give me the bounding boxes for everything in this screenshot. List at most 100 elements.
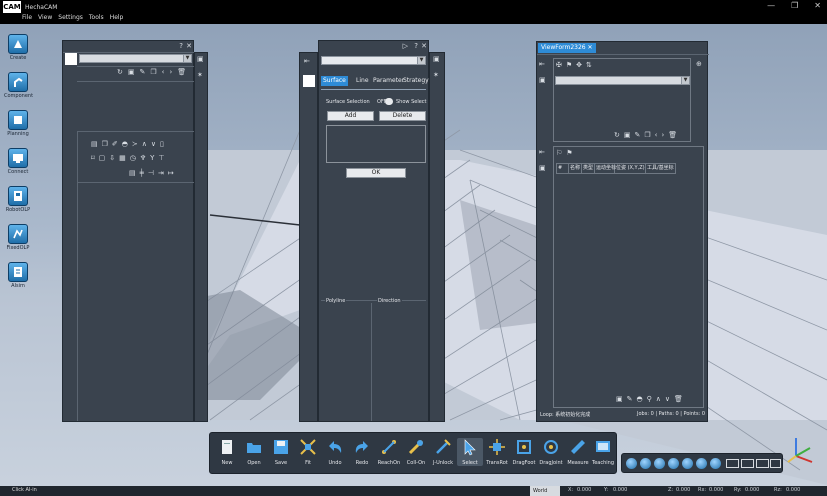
- job-down-icon[interactable]: ∨: [665, 395, 670, 403]
- tool-page-icon[interactable]: ▤: [91, 140, 98, 148]
- view-right-icon[interactable]: [668, 458, 679, 469]
- col-name[interactable]: 名称: [569, 163, 582, 174]
- vf-trash-icon[interactable]: 🗑: [668, 131, 677, 139]
- vf-copy-icon[interactable]: ❐: [644, 131, 650, 139]
- add-button[interactable]: Add: [327, 111, 374, 121]
- tool-drop-icon[interactable]: ⇩: [109, 154, 115, 162]
- vf-prev-icon[interactable]: ‹: [655, 131, 658, 139]
- transrot-button[interactable]: TransRot: [484, 438, 510, 466]
- tool-shield-icon[interactable]: ◓: [122, 140, 128, 148]
- minimize-button[interactable]: —: [767, 1, 775, 10]
- tool-doc-icon[interactable]: ▢: [99, 154, 106, 162]
- job-link-icon[interactable]: ⚲: [647, 395, 652, 403]
- vf-side-icon-4[interactable]: ▣: [539, 164, 546, 172]
- help-icon[interactable]: ?: [414, 42, 418, 50]
- j-unlock-button[interactable]: J-Unlock: [430, 438, 456, 466]
- close-icon[interactable]: ✕: [186, 42, 192, 50]
- select-button[interactable]: Select: [457, 438, 483, 466]
- side-sparkle-icon[interactable]: ✶: [197, 71, 203, 79]
- prev-icon[interactable]: ‹: [162, 68, 165, 76]
- col-type[interactable]: 类型: [582, 163, 595, 174]
- tool-frame-icon[interactable]: ⌑: [91, 154, 95, 162]
- toolbar-planning[interactable]: Planning: [4, 110, 32, 148]
- delete-button[interactable]: Delete: [379, 111, 426, 121]
- tool-pen-icon[interactable]: ✐: [112, 140, 118, 148]
- layout-4-icon[interactable]: [770, 459, 781, 468]
- tab-parameter[interactable]: Parameter: [373, 76, 404, 86]
- maximize-button[interactable]: ❐: [791, 1, 798, 10]
- open-button[interactable]: Open: [241, 438, 267, 466]
- vf-move-icon[interactable]: ✥: [576, 61, 582, 69]
- vf-refresh-icon[interactable]: ↻: [614, 131, 620, 139]
- tool-export-icon[interactable]: ↦: [168, 169, 174, 177]
- layout-3-icon[interactable]: [756, 459, 769, 468]
- col-index[interactable]: #: [556, 163, 569, 174]
- tab-strategy[interactable]: Strategy: [403, 76, 429, 86]
- tool-pin-icon[interactable]: ⊤: [158, 154, 164, 162]
- toolbar-component[interactable]: Component: [4, 72, 33, 110]
- vf-save-icon[interactable]: ▣: [624, 131, 631, 139]
- menu-tools[interactable]: Tools: [89, 14, 104, 24]
- tab-surface[interactable]: Surface: [321, 76, 348, 86]
- toolbar-connect[interactable]: Connect: [4, 148, 32, 186]
- tool-align-icon[interactable]: ⊣: [148, 169, 154, 177]
- vf-tag-icon[interactable]: ⚐: [556, 149, 562, 157]
- layout-2-icon[interactable]: [741, 459, 754, 468]
- dragfoot-button[interactable]: DragFoot: [511, 438, 537, 466]
- tool-split-icon[interactable]: ╪: [140, 169, 144, 177]
- toolbar-create[interactable]: Create: [4, 34, 32, 72]
- col-pose[interactable]: 位姿 (X,Y,Z): [615, 163, 646, 174]
- copy-icon[interactable]: ❐: [150, 68, 156, 76]
- measure-button[interactable]: Measure: [565, 438, 591, 466]
- close-button[interactable]: ✕: [814, 1, 821, 10]
- redo-button[interactable]: Redo: [349, 438, 375, 466]
- save-icon[interactable]: ▣: [128, 68, 135, 76]
- teaching-button[interactable]: Teaching: [590, 438, 616, 466]
- layout-1-icon[interactable]: [726, 459, 739, 468]
- toolbar-robotolp[interactable]: RobotOLP: [4, 186, 32, 224]
- vf-edit-icon[interactable]: ✎: [635, 131, 641, 139]
- tab-viewform[interactable]: ViewForm2326 ✕: [538, 43, 596, 53]
- view-iso-icon[interactable]: [710, 458, 721, 469]
- view-left-icon[interactable]: [654, 458, 665, 469]
- vf-flag-icon[interactable]: ⚑: [566, 61, 572, 69]
- menu-view[interactable]: View: [38, 14, 52, 24]
- coordinate-frame-select[interactable]: World: [530, 486, 560, 496]
- menu-help[interactable]: Help: [110, 14, 124, 24]
- play-icon[interactable]: ▷: [403, 42, 408, 50]
- toolbar-aisim[interactable]: AIsim: [4, 262, 32, 300]
- toolbar-fixedolp[interactable]: FixedOLP: [4, 224, 32, 262]
- planning-combo[interactable]: ▼: [321, 56, 426, 65]
- tool-list-icon[interactable]: ▤: [129, 169, 136, 177]
- tool-copy-icon[interactable]: ❐: [102, 140, 108, 148]
- vf-tag2-icon[interactable]: ⚑: [566, 149, 572, 157]
- ok-button[interactable]: OK: [346, 168, 406, 178]
- vf-sort-icon[interactable]: ⇅: [586, 61, 592, 69]
- tool-trash-icon[interactable]: ▯: [160, 140, 164, 148]
- surface-list[interactable]: [326, 125, 426, 163]
- refresh-icon[interactable]: ↻: [117, 68, 123, 76]
- next-icon[interactable]: ›: [169, 68, 172, 76]
- undo-button[interactable]: Undo: [322, 438, 348, 466]
- vf-side-icon-1[interactable]: ⇤: [539, 60, 545, 68]
- job-up-icon[interactable]: ∧: [656, 395, 661, 403]
- vf-side-icon-3[interactable]: ⇤: [539, 148, 545, 156]
- job-edit-icon[interactable]: ✎: [627, 395, 633, 403]
- menu-file[interactable]: File: [22, 14, 32, 24]
- side-pointer-icon[interactable]: ⇤: [304, 57, 310, 65]
- viewform-combo[interactable]: ▼: [555, 76, 690, 85]
- new-button[interactable]: New: [214, 438, 240, 466]
- side-doc-icon[interactable]: ▣: [433, 55, 440, 63]
- tool-up-icon[interactable]: ∧: [142, 140, 147, 148]
- tool-clock-icon[interactable]: ◷: [130, 154, 136, 162]
- vf-tool-icon[interactable]: ✠: [556, 61, 562, 69]
- view-bottom-icon[interactable]: [696, 458, 707, 469]
- view-front-icon[interactable]: [626, 458, 637, 469]
- show-select-toggle[interactable]: [385, 98, 393, 105]
- tool-lamp-icon[interactable]: Y: [150, 154, 154, 162]
- side-doc-icon[interactable]: ▣: [197, 55, 204, 63]
- vf-next-icon[interactable]: ›: [661, 131, 664, 139]
- tab-line[interactable]: Line: [356, 76, 369, 86]
- reach-on-button[interactable]: ReachOn: [376, 438, 402, 466]
- side-sparkle-icon[interactable]: ✶: [433, 71, 439, 79]
